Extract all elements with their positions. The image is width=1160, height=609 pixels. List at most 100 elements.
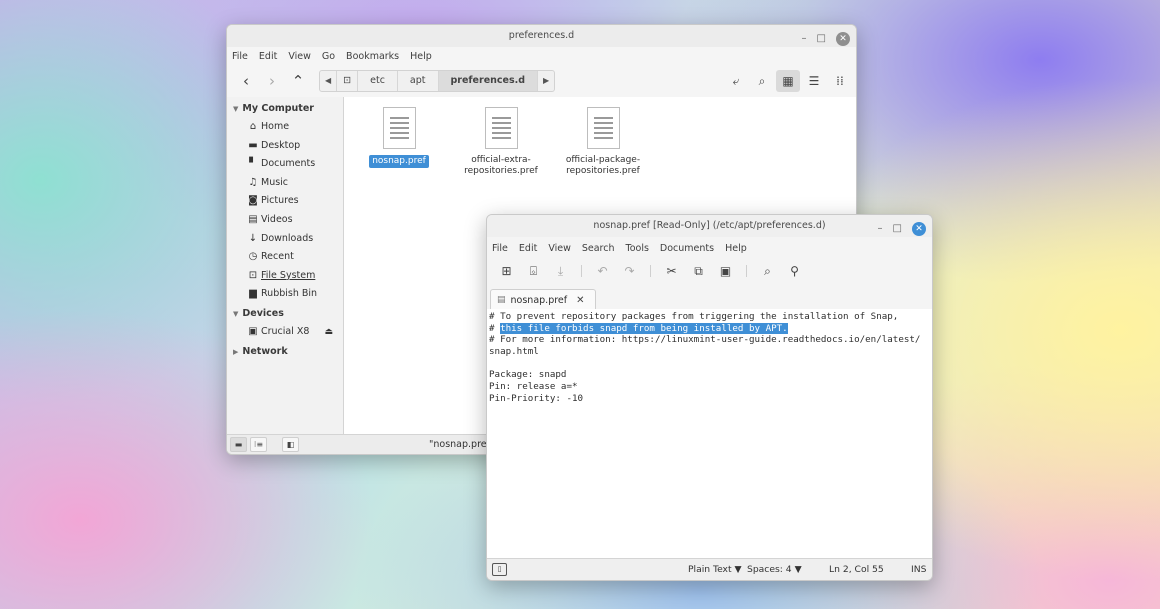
save-icon[interactable]: ⤓	[548, 260, 573, 282]
new-document-icon[interactable]: ⊞	[494, 260, 519, 282]
replace-icon[interactable]: ⚲	[782, 260, 807, 282]
menu-view[interactable]: View	[288, 51, 311, 62]
menu-file[interactable]: File	[492, 243, 508, 254]
sidebar-item-rubbish-bin[interactable]: ▆ Rubbish Bin	[227, 285, 343, 304]
maximize-icon[interactable]: □	[817, 28, 826, 50]
file-item[interactable]: nosnap.pref	[354, 107, 444, 168]
file-item[interactable]: official-package-repositories.pref	[558, 107, 648, 177]
cursor-position: Ln 2, Col 55	[829, 564, 884, 575]
recent-icon: ◷	[248, 251, 258, 263]
list-view-icon[interactable]: ☰	[802, 70, 826, 92]
tab-nosnap-pref[interactable]: ▤ nosnap.pref ✕	[490, 289, 596, 310]
sidebar-item-music[interactable]: ♫ Music	[227, 174, 343, 193]
selected-text: this file forbids snapd from being insta…	[500, 322, 788, 334]
collapse-triangle-icon: ▶	[233, 347, 239, 356]
sidebar-item-recent[interactable]: ◷ Recent	[227, 248, 343, 267]
sidebar-item-pictures[interactable]: ◙ Pictures	[227, 192, 343, 211]
text-line: # To prevent repository packages from tr…	[489, 311, 899, 322]
sidebar-item-desktop[interactable]: ▬ Desktop	[227, 137, 343, 156]
text-line: snap.html	[489, 346, 539, 358]
editor-tabbar: ▤ nosnap.pref ✕	[487, 289, 932, 311]
menu-search[interactable]: Search	[582, 243, 615, 254]
text-line: # this file forbids snapd from being ins…	[489, 322, 788, 334]
file-name: official-extra-repositories.pref	[464, 155, 538, 176]
breadcrumb-etc[interactable]: etc	[358, 71, 398, 91]
close-icon[interactable]: ✕	[912, 222, 926, 236]
text-area[interactable]: # To prevent repository packages from tr…	[487, 309, 932, 558]
breadcrumb-right-arrow-icon[interactable]: ▶	[538, 71, 554, 91]
sidebar-item-file-system[interactable]: ⊡ File System	[227, 267, 343, 286]
side-panel-toggle-icon[interactable]: ▯	[492, 563, 507, 576]
file-manager-titlebar[interactable]: preferences.d – □ ✕	[227, 25, 856, 47]
minimize-icon[interactable]: –	[878, 218, 883, 240]
sidebar-section-devices[interactable]: ▼ Devices	[227, 304, 343, 323]
text-line: Package: snapd	[489, 369, 567, 381]
text-line	[489, 358, 930, 370]
downloads-icon: ↓	[248, 232, 258, 244]
breadcrumb-apt[interactable]: apt	[398, 71, 439, 91]
sidebar-section-network[interactable]: ▶ Network	[227, 342, 343, 361]
file-manager-title: preferences.d	[508, 30, 575, 41]
file-manager-menubar: File Edit View Go Bookmarks Help	[227, 47, 856, 65]
minimize-icon[interactable]: –	[802, 28, 807, 50]
sidebar-item-downloads[interactable]: ↓ Downloads	[227, 230, 343, 249]
menu-help[interactable]: Help	[410, 51, 432, 62]
undo-icon[interactable]: ↶	[590, 260, 615, 282]
tree-toggle-icon[interactable]: ⁝≡	[250, 437, 267, 452]
breadcrumb-root-icon[interactable]: ⊡	[337, 71, 359, 91]
tab-label: nosnap.pref	[510, 294, 568, 306]
toolbar-separator	[650, 265, 651, 277]
spaces-selector[interactable]: Spaces: 4 ▼	[747, 564, 802, 575]
menu-edit[interactable]: Edit	[519, 243, 537, 254]
text-file-icon	[382, 107, 416, 149]
menu-go[interactable]: Go	[322, 51, 335, 62]
syntax-selector[interactable]: Plain Text ▼	[688, 564, 742, 575]
menu-help[interactable]: Help	[725, 243, 747, 254]
menu-edit[interactable]: Edit	[259, 51, 277, 62]
copy-icon[interactable]: ⧉	[686, 260, 711, 282]
icon-view-icon[interactable]: ▦	[776, 70, 800, 92]
sidebar-section-my-computer[interactable]: ▼ My Computer	[227, 99, 343, 118]
file-name: official-package-repositories.pref	[565, 155, 641, 176]
menu-documents[interactable]: Documents	[660, 243, 714, 254]
maximize-icon[interactable]: □	[893, 218, 902, 240]
editor-titlebar[interactable]: nosnap.pref [Read-Only] (/etc/apt/prefer…	[487, 215, 932, 237]
menu-tools[interactable]: Tools	[626, 243, 649, 254]
back-icon[interactable]: ‹	[233, 69, 259, 93]
text-file-icon	[484, 107, 518, 149]
compact-view-icon[interactable]: ⁞⁞	[828, 70, 852, 92]
text-line: # For more information: https://linuxmin…	[489, 334, 921, 346]
filesystem-icon: ⊡	[248, 269, 258, 281]
toggle-location-icon[interactable]: ⤶	[724, 70, 748, 92]
search-icon[interactable]: ⌕	[755, 260, 780, 282]
forward-icon[interactable]: ›	[259, 69, 285, 93]
up-icon[interactable]: ⌃	[285, 69, 311, 93]
search-icon[interactable]: ⌕	[750, 70, 774, 92]
text-file-icon	[586, 107, 620, 149]
paste-icon[interactable]: ▣	[713, 260, 738, 282]
tab-close-icon[interactable]: ✕	[576, 295, 584, 306]
places-toggle-icon[interactable]: ▬	[230, 437, 247, 452]
breadcrumb-preferences-d[interactable]: preferences.d	[438, 71, 539, 91]
open-folder-icon[interactable]: ⌺	[521, 260, 546, 282]
close-icon[interactable]: ✕	[836, 32, 850, 46]
eject-icon[interactable]: ⏏	[324, 323, 333, 342]
sidebar-item-documents[interactable]: ▘ Documents	[227, 155, 343, 174]
sidebar-item-videos[interactable]: ▤ Videos	[227, 211, 343, 230]
menu-file[interactable]: File	[232, 51, 248, 62]
hide-sidebar-icon[interactable]: ◧	[282, 437, 299, 452]
documents-icon: ▘	[249, 158, 257, 170]
menu-view[interactable]: View	[548, 243, 571, 254]
breadcrumb-left-arrow-icon[interactable]: ◀	[320, 71, 338, 91]
cut-icon[interactable]: ✂	[659, 260, 684, 282]
home-icon: ⌂	[249, 121, 257, 132]
text-line: Pin: release a=*	[489, 381, 578, 393]
music-icon: ♫	[248, 176, 258, 188]
file-item[interactable]: official-extra-repositories.pref	[456, 107, 546, 177]
redo-icon[interactable]: ↷	[617, 260, 642, 282]
editor-menubar: File Edit View Search Tools Documents He…	[487, 239, 932, 257]
sidebar-item-home[interactable]: ⌂ Home	[227, 118, 343, 137]
sidebar-item-crucial-x8[interactable]: ▣ Crucial X8 ⏏	[227, 323, 343, 342]
menu-bookmarks[interactable]: Bookmarks	[346, 51, 399, 62]
text-line: Pin-Priority: -10	[489, 392, 584, 404]
